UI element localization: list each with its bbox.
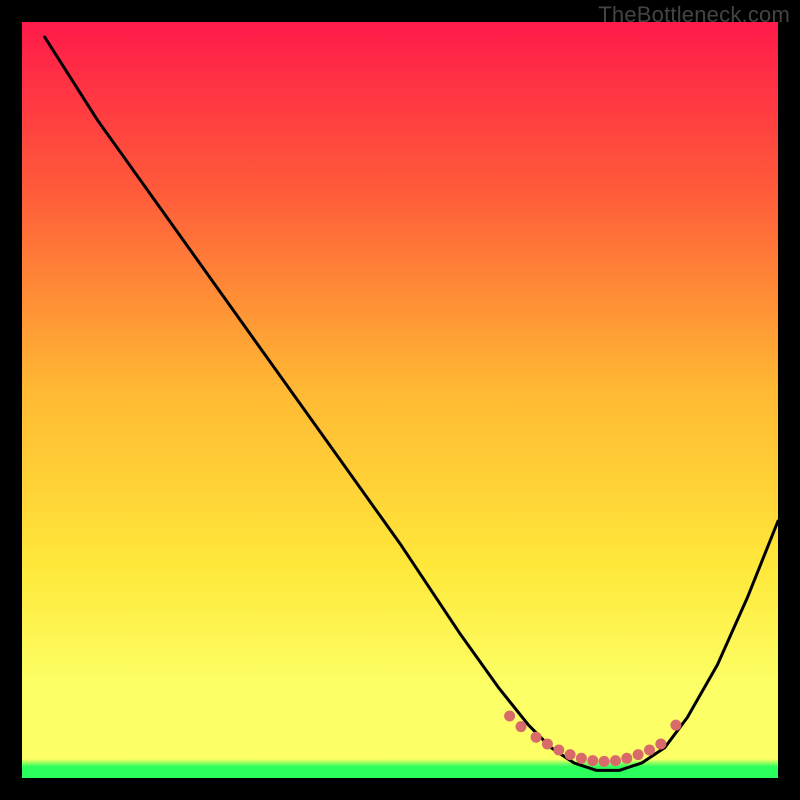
chart-svg (22, 22, 778, 778)
optimal-dot (504, 711, 515, 722)
optimal-dot (565, 749, 576, 760)
optimal-dot (531, 732, 542, 743)
optimal-dot (542, 739, 553, 750)
gradient-background (22, 22, 778, 778)
optimal-dot (599, 756, 610, 767)
optimal-dot (670, 720, 681, 731)
optimal-dot (610, 755, 621, 766)
optimal-dot (576, 753, 587, 764)
optimal-dot (553, 745, 564, 756)
optimal-dot (655, 739, 666, 750)
chart-frame (22, 22, 778, 778)
optimal-dot (633, 749, 644, 760)
optimal-dot (587, 755, 598, 766)
optimal-dot (621, 753, 632, 764)
optimal-dot (516, 721, 527, 732)
optimal-dot (644, 745, 655, 756)
